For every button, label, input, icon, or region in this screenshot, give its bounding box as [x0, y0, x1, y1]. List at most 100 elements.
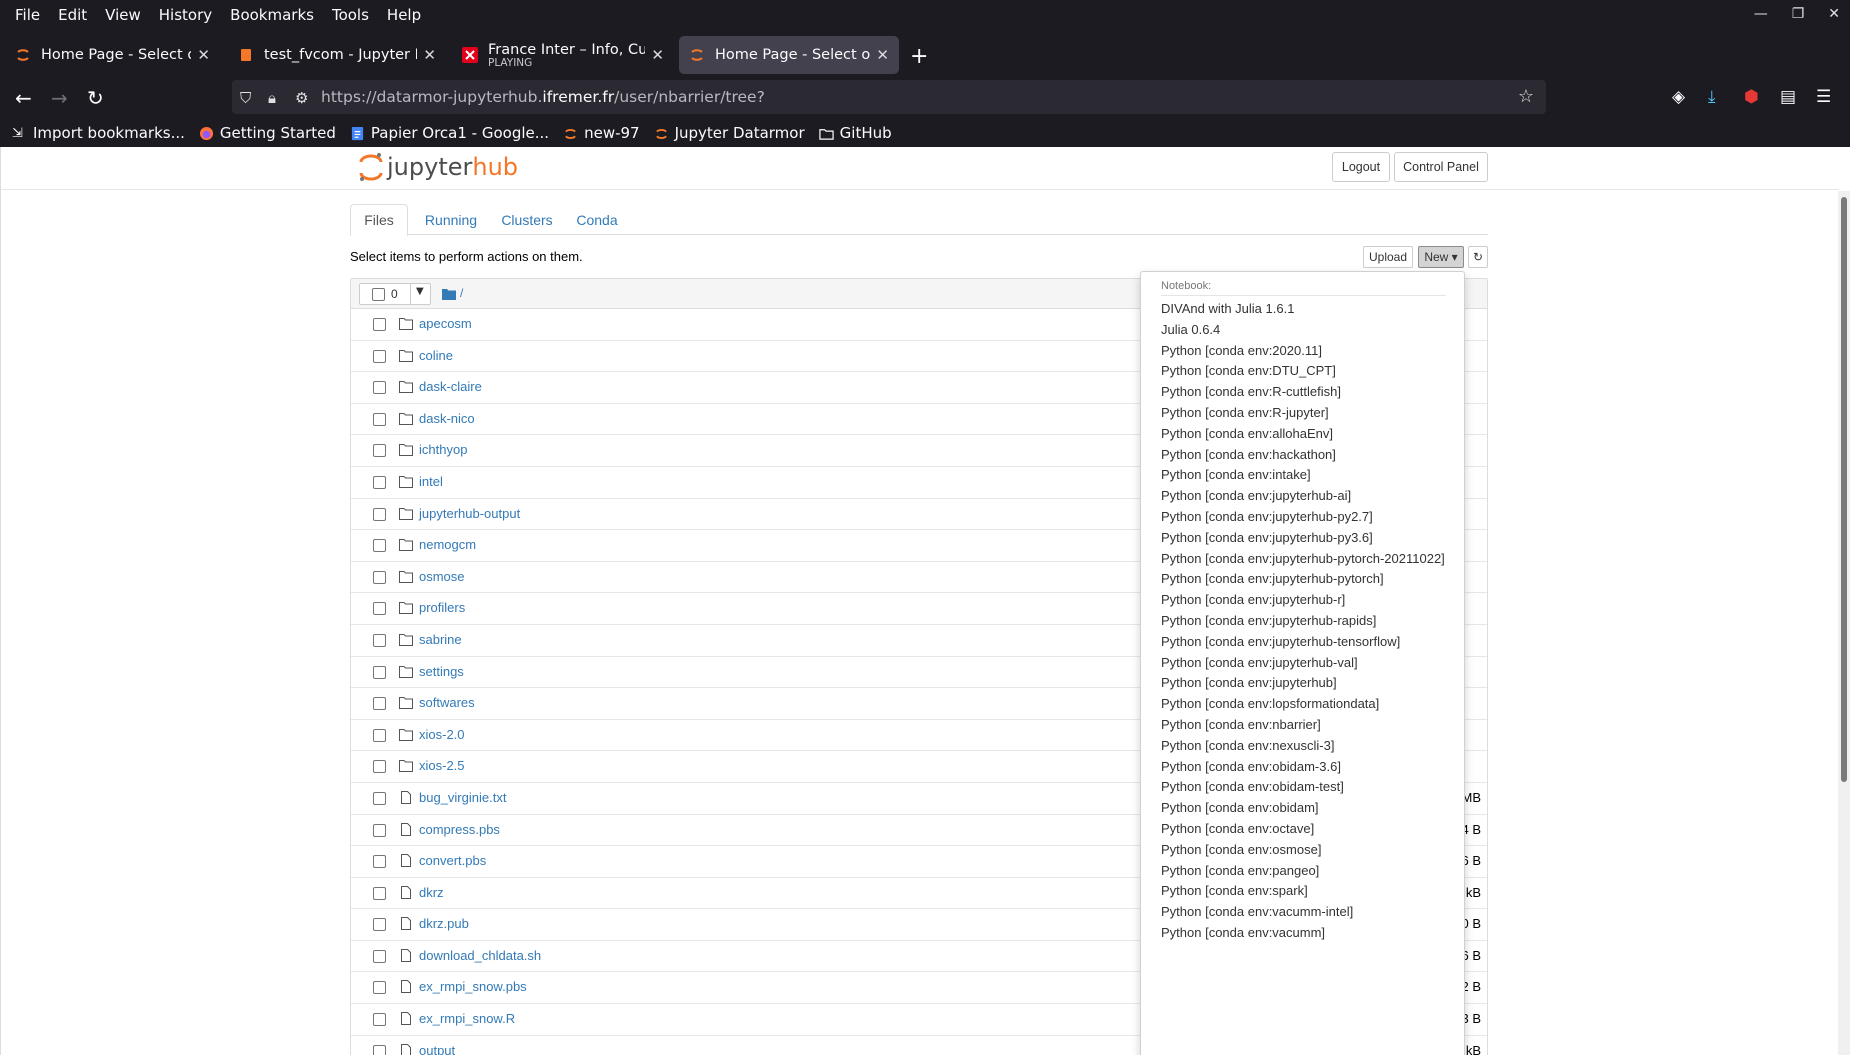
- menu-help[interactable]: Help: [378, 6, 430, 24]
- bookmark-papier-orca1[interactable]: Papier Orca1 - Google...: [350, 124, 549, 142]
- kernel-option[interactable]: Python [conda env:jupyterhub-ai]: [1161, 488, 1351, 503]
- item-name-link[interactable]: coline: [419, 348, 453, 363]
- row-checkbox[interactable]: [373, 823, 386, 837]
- menu-history[interactable]: History: [150, 6, 221, 24]
- row-checkbox[interactable]: [373, 886, 386, 900]
- restore-icon[interactable]: ❐: [1792, 6, 1805, 22]
- item-name-link[interactable]: xios-2.0: [419, 727, 465, 742]
- row-checkbox[interactable]: [373, 633, 386, 647]
- row-checkbox[interactable]: [373, 539, 386, 553]
- item-name-link[interactable]: ichthyop: [419, 442, 467, 457]
- kernel-option[interactable]: DIVAnd with Julia 1.6.1: [1161, 301, 1294, 316]
- item-name-link[interactable]: convert.pbs: [419, 853, 486, 868]
- kernel-option[interactable]: Python [conda env:jupyterhub-tensorflow]: [1161, 634, 1400, 649]
- row-checkbox[interactable]: [373, 412, 386, 426]
- item-name-link[interactable]: settings: [419, 664, 464, 679]
- item-name-link[interactable]: dask-nico: [419, 411, 475, 426]
- new-dropdown-button[interactable]: New ▾: [1418, 246, 1464, 268]
- kernel-option[interactable]: Python [conda env:R-cuttlefish]: [1161, 384, 1341, 399]
- row-checkbox[interactable]: [373, 570, 386, 584]
- scrollbar-thumb[interactable]: [1841, 197, 1847, 782]
- row-checkbox[interactable]: [373, 918, 386, 932]
- kernel-option[interactable]: Python [conda env:jupyterhub-pytorch-202…: [1161, 551, 1445, 566]
- row-checkbox[interactable]: [373, 697, 386, 711]
- permissions-icon[interactable]: ⚙: [295, 89, 308, 107]
- browser-tab-home-1[interactable]: Home Page - Select or cre ✕: [5, 36, 220, 74]
- jupyterhub-logo[interactable]: jupyter hub: [358, 151, 518, 183]
- hamburger-menu-icon[interactable]: ☰: [1816, 87, 1831, 107]
- row-checkbox[interactable]: [373, 855, 386, 869]
- kernel-option[interactable]: Python [conda env:DTU_CPT]: [1161, 363, 1336, 378]
- star-icon[interactable]: ☆: [1518, 86, 1534, 107]
- menu-file[interactable]: File: [6, 6, 49, 24]
- close-icon[interactable]: ✕: [197, 46, 210, 64]
- row-checkbox[interactable]: [373, 791, 386, 805]
- row-checkbox[interactable]: [373, 1044, 386, 1055]
- item-name-link[interactable]: jupyterhub-output: [419, 506, 520, 521]
- row-checkbox[interactable]: [373, 760, 386, 774]
- kernel-option[interactable]: Python [conda env:lopsformationdata]: [1161, 696, 1379, 711]
- kernel-option[interactable]: Python [conda env:jupyterhub-py2.7]: [1161, 509, 1373, 524]
- kernel-option[interactable]: Python [conda env:spark]: [1161, 883, 1308, 898]
- bookmark-getting-started[interactable]: Getting Started: [199, 124, 336, 142]
- bookmark-new-97[interactable]: new-97: [563, 124, 640, 142]
- lock-icon[interactable]: 🔒︎: [268, 89, 276, 107]
- bookmark-github[interactable]: GitHub: [818, 124, 892, 142]
- kernel-option[interactable]: Python [conda env:jupyterhub-py3.6]: [1161, 530, 1373, 545]
- item-name-link[interactable]: ex_rmpi_snow.pbs: [419, 979, 527, 994]
- minimize-icon[interactable]: —: [1754, 6, 1768, 22]
- row-checkbox[interactable]: [373, 981, 386, 995]
- back-icon[interactable]: ←: [15, 86, 32, 110]
- item-name-link[interactable]: apecosm: [419, 316, 472, 331]
- upload-button[interactable]: Upload: [1363, 246, 1413, 268]
- kernel-option[interactable]: Python [conda env:2020.11]: [1161, 343, 1322, 358]
- chevron-down-icon[interactable]: ▼: [416, 286, 424, 297]
- item-name-link[interactable]: download_chldata.sh: [419, 948, 541, 963]
- pocket-icon[interactable]: ◈: [1672, 87, 1685, 107]
- item-name-link[interactable]: softwares: [419, 695, 475, 710]
- tab-files[interactable]: Files: [350, 204, 408, 236]
- row-checkbox[interactable]: [373, 949, 386, 963]
- ublock-icon[interactable]: ⬢: [1744, 87, 1759, 107]
- logout-button[interactable]: Logout: [1332, 152, 1390, 182]
- item-name-link[interactable]: profilers: [419, 600, 465, 615]
- item-name-link[interactable]: intel: [419, 474, 443, 489]
- kernel-option[interactable]: Python [conda env:vacumm-intel]: [1161, 904, 1353, 919]
- kernel-option[interactable]: Python [conda env:obidam]: [1161, 800, 1319, 815]
- close-icon[interactable]: ✕: [876, 46, 889, 64]
- menu-bookmarks[interactable]: Bookmarks: [221, 6, 323, 24]
- close-window-icon[interactable]: ✕: [1828, 6, 1840, 22]
- menu-view[interactable]: View: [96, 6, 150, 24]
- tab-running[interactable]: Running: [416, 204, 486, 235]
- row-checkbox[interactable]: [373, 318, 386, 331]
- kernel-option[interactable]: Python [conda env:osmose]: [1161, 842, 1321, 857]
- item-name-link[interactable]: bug_virginie.txt: [419, 790, 506, 805]
- new-tab-icon[interactable]: +: [910, 44, 928, 69]
- refresh-button[interactable]: ↻: [1468, 246, 1488, 268]
- close-icon[interactable]: ✕: [651, 46, 664, 64]
- row-checkbox[interactable]: [373, 507, 386, 521]
- reload-icon[interactable]: ↻: [87, 86, 104, 110]
- close-icon[interactable]: ✕: [423, 46, 436, 64]
- item-name-link[interactable]: sabrine: [419, 632, 462, 647]
- kernel-option[interactable]: Python [conda env:octave]: [1161, 821, 1314, 836]
- browser-tab-france-inter[interactable]: France Inter – Info, Cultur PLAYING ✕: [452, 36, 674, 74]
- kernel-option[interactable]: Python [conda env:jupyterhub]: [1161, 675, 1337, 690]
- tab-conda[interactable]: Conda: [570, 204, 624, 235]
- item-name-link[interactable]: osmose: [419, 569, 465, 584]
- select-all-checkbox[interactable]: [372, 288, 385, 301]
- browser-tab-home-active[interactable]: Home Page - Select or cre ✕: [679, 36, 899, 74]
- kernel-option[interactable]: Python [conda env:hackathon]: [1161, 447, 1336, 462]
- kernel-option[interactable]: Python [conda env:pangeo]: [1161, 863, 1319, 878]
- row-checkbox[interactable]: [373, 381, 386, 395]
- reader-icon[interactable]: ▤: [1780, 87, 1796, 107]
- url-bar[interactable]: ⛉ 🔒︎ ⚙ https://datarmor-jupyterhub.ifrem…: [232, 80, 1546, 114]
- row-checkbox[interactable]: [373, 665, 386, 679]
- bookmark-jupyter-datarmor[interactable]: Jupyter Datarmor: [654, 124, 805, 142]
- browser-tab-test-fvcom[interactable]: test_fvcom - Jupyter Not ✕: [228, 36, 446, 74]
- kernel-option[interactable]: Python [conda env:allohaEnv]: [1161, 426, 1333, 441]
- kernel-option[interactable]: Python [conda env:vacumm]: [1161, 925, 1325, 940]
- breadcrumb-root[interactable]: /: [460, 286, 463, 300]
- download-icon[interactable]: ⤓: [1708, 87, 1716, 107]
- menu-edit[interactable]: Edit: [49, 6, 96, 24]
